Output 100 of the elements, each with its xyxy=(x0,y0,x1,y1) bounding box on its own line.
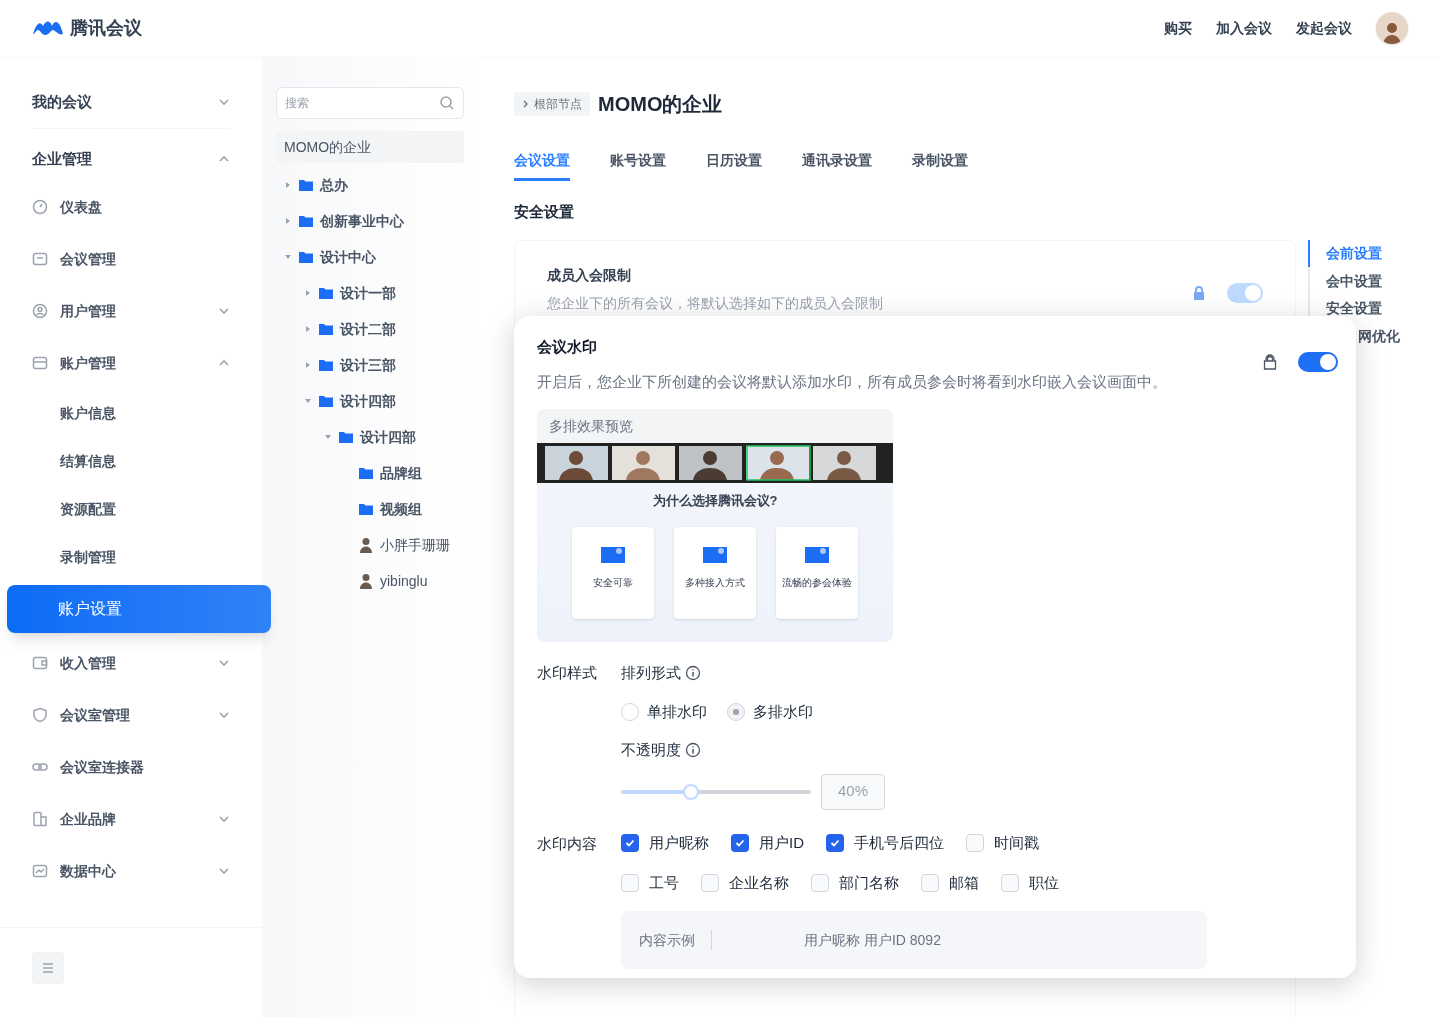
lock-icon xyxy=(1262,354,1278,370)
info-icon[interactable] xyxy=(685,665,701,682)
slider-track[interactable] xyxy=(621,789,811,794)
tab[interactable]: 账号设置 xyxy=(610,150,666,181)
node-label: 创新事业中心 xyxy=(320,212,404,231)
chevron-right-icon xyxy=(522,100,530,108)
sidebar-item[interactable]: 用户管理 xyxy=(32,285,230,337)
checkbox-option[interactable]: 手机号后四位 xyxy=(826,831,944,854)
radio-option[interactable]: 单排水印 xyxy=(621,700,707,723)
card-icon xyxy=(32,355,48,371)
info-icon[interactable] xyxy=(685,742,701,759)
sidebar-subitem[interactable]: 结算信息 xyxy=(0,437,262,485)
sidebar-section[interactable]: 我的会议 xyxy=(32,80,230,124)
search-placeholder: 搜索 xyxy=(285,95,309,111)
sidebar-item[interactable]: 收入管理 xyxy=(32,637,230,689)
item-label: 账户管理 xyxy=(60,354,116,373)
anchor-link[interactable]: 会前设置 xyxy=(1308,239,1400,267)
dialog-title: 会议水印 xyxy=(537,337,598,357)
tree-node[interactable]: 设计二部 xyxy=(276,311,466,347)
shield-icon xyxy=(32,707,48,723)
checkbox[interactable] xyxy=(811,874,829,893)
node-label: 总办 xyxy=(320,176,348,195)
checkbox[interactable] xyxy=(826,833,844,852)
dialog-description: 开启后，您企业下所创建的会议将默认添加水印，所有成员参会时将看到水印嵌入会议画面中。 xyxy=(537,371,1167,392)
caret-right-icon xyxy=(284,217,292,225)
sidebar-section[interactable]: 企业管理 xyxy=(32,137,230,181)
item-label: 会议管理 xyxy=(60,250,116,269)
sidebar-item[interactable]: 数据中心 xyxy=(32,845,230,897)
sidebar-subitem[interactable]: 录制管理 xyxy=(0,533,262,581)
section-label: 我的会议 xyxy=(32,91,92,112)
anchor-link[interactable]: 会中设置 xyxy=(1308,267,1400,295)
preview-title: 多排效果预览 xyxy=(537,409,893,443)
sidebar-item[interactable]: 账户管理 xyxy=(32,337,230,389)
sidebar-subitem[interactable]: 账户信息 xyxy=(0,389,262,437)
sidebar-item[interactable]: 企业品牌 xyxy=(32,793,230,845)
radio-button[interactable] xyxy=(621,702,639,721)
avatar[interactable] xyxy=(1376,12,1408,44)
sidebar-item[interactable]: 会议管理 xyxy=(32,233,230,285)
tab[interactable]: 通讯录设置 xyxy=(802,150,872,181)
checkbox-option[interactable]: 工号 xyxy=(621,872,679,895)
checkbox-option[interactable]: 职位 xyxy=(1001,872,1059,895)
tree-node[interactable]: 总办 xyxy=(276,167,466,203)
search-icon xyxy=(439,95,455,111)
tab[interactable]: 会议设置 xyxy=(514,150,570,181)
slider-handle[interactable] xyxy=(683,783,700,800)
tree-node[interactable]: 小胖手珊珊 xyxy=(276,527,466,563)
checkbox[interactable] xyxy=(921,874,939,893)
tab[interactable]: 日历设置 xyxy=(706,150,762,181)
option-label: 排列形式 xyxy=(621,663,681,683)
radio-button[interactable] xyxy=(727,702,745,721)
sidebar-item[interactable]: 会议室管理 xyxy=(32,689,230,741)
sidebar-subitem[interactable]: 资源配置 xyxy=(0,485,262,533)
toggle-switch[interactable] xyxy=(1298,352,1338,372)
section-label: 企业管理 xyxy=(32,148,92,169)
item-label: 用户管理 xyxy=(60,302,116,321)
item-label: 企业品牌 xyxy=(60,810,116,829)
nav-link[interactable]: 加入会议 xyxy=(1216,18,1272,38)
item-label: 会议室连接器 xyxy=(60,758,144,777)
card-description: 您企业下的所有会议，将默认选择如下的成员入会限制 xyxy=(547,293,883,313)
tree-node[interactable]: 设计中心 xyxy=(276,239,466,275)
checkbox[interactable] xyxy=(621,833,639,852)
feature-label: 流畅的参会体验 xyxy=(782,575,852,590)
breadcrumb-chip[interactable]: 根部节点 xyxy=(514,92,590,116)
checkbox-option[interactable]: 时间戳 xyxy=(966,831,1039,854)
sidebar-subitem[interactable]: 账户设置 xyxy=(7,585,271,633)
feature-label: 多种接入方式 xyxy=(685,575,745,590)
option-label: 不透明度 xyxy=(621,740,681,760)
sidebar-item[interactable]: 仪表盘 xyxy=(32,181,230,233)
node-label: 设计四部 xyxy=(360,428,416,447)
tree-node[interactable]: 创新事业中心 xyxy=(276,203,466,239)
section-title: 安全设置 xyxy=(514,202,575,222)
tree-node[interactable]: 设计四部 xyxy=(276,419,466,455)
screen-icon xyxy=(805,546,829,563)
radio-option[interactable]: 多排水印 xyxy=(727,700,813,723)
checkbox[interactable] xyxy=(621,874,639,893)
tree-root[interactable]: MOMO的企业 xyxy=(276,131,464,163)
toggle-switch[interactable] xyxy=(1227,282,1263,303)
checkbox-option[interactable]: 邮箱 xyxy=(921,872,979,895)
folder-icon xyxy=(318,285,334,301)
checkbox-option[interactable]: 部门名称 xyxy=(811,872,899,895)
sidebar-item[interactable]: 会议室连接器 xyxy=(32,741,230,793)
nav-link[interactable]: 发起会议 xyxy=(1296,18,1352,38)
field-label: 水印样式 xyxy=(537,663,597,683)
tree-node[interactable]: 视频组 xyxy=(276,491,466,527)
field-label: 水印内容 xyxy=(537,833,598,854)
nav-link[interactable]: 购买 xyxy=(1164,18,1192,38)
checkbox[interactable] xyxy=(731,833,749,852)
tree-node[interactable]: yibinglu xyxy=(276,563,466,599)
menu-button[interactable] xyxy=(32,952,64,984)
checkbox[interactable] xyxy=(966,833,984,852)
tree-node[interactable]: 设计四部 xyxy=(276,383,466,419)
checkbox-option[interactable]: 企业名称 xyxy=(701,872,789,895)
checkbox[interactable] xyxy=(1001,874,1019,893)
checkbox-option[interactable]: 用户昵称 xyxy=(621,831,709,854)
tab[interactable]: 录制设置 xyxy=(912,150,968,181)
checkbox-option[interactable]: 用户ID xyxy=(731,831,804,854)
tree-node[interactable]: 品牌组 xyxy=(276,455,466,491)
tree-node[interactable]: 设计一部 xyxy=(276,275,466,311)
checkbox[interactable] xyxy=(701,874,719,893)
tree-node[interactable]: 设计三部 xyxy=(276,347,466,383)
